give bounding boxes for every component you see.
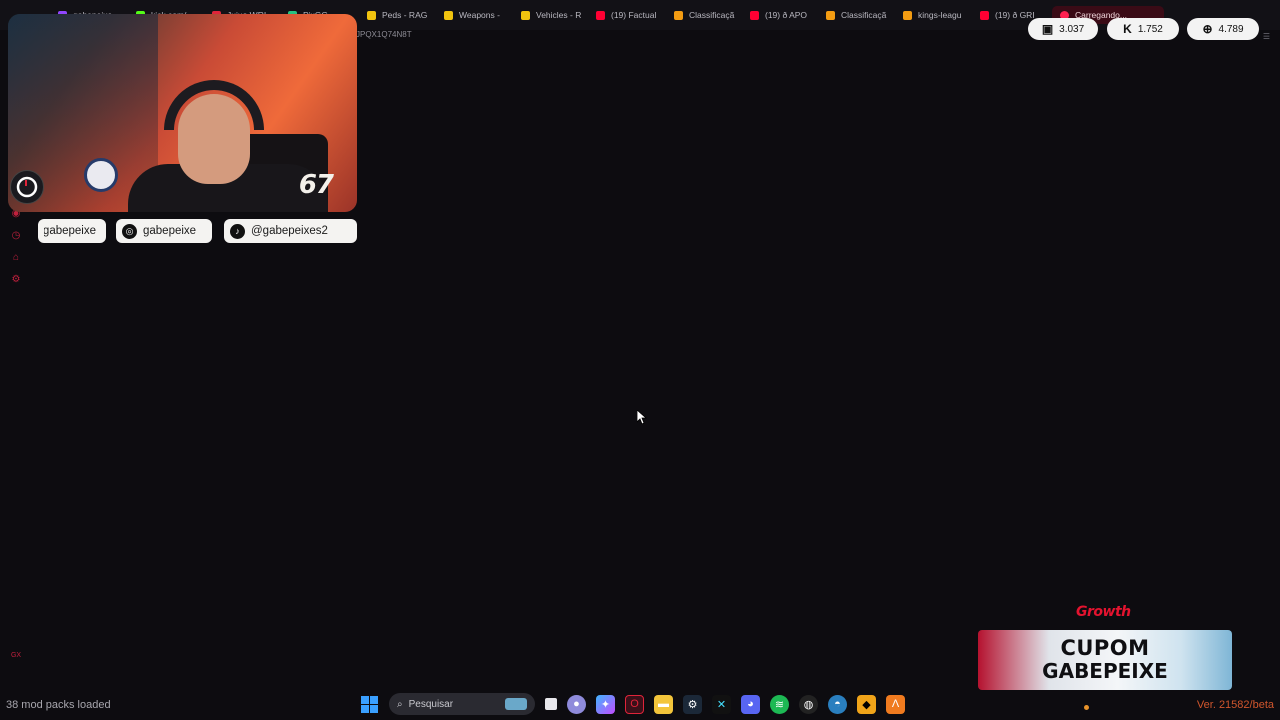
spotify-icon[interactable]: ≋ bbox=[770, 694, 789, 714]
instagram-icon: ◎ bbox=[122, 223, 137, 239]
twitch-viewers-chip: ▣ 3.037 bbox=[1028, 18, 1098, 40]
growth-logo: Growth bbox=[1076, 604, 1131, 620]
tab-peds[interactable]: Peds - RAG bbox=[367, 6, 431, 24]
windows-start-icon[interactable] bbox=[360, 695, 379, 714]
app-a-icon[interactable]: Λ bbox=[886, 694, 905, 714]
menu-icon[interactable]: ☰ bbox=[1263, 32, 1270, 41]
app-mascot-icon[interactable]: ● bbox=[567, 694, 586, 714]
rage-icon bbox=[444, 10, 453, 20]
mod-packs-status: 38 mod packs loaded bbox=[6, 699, 111, 711]
coupon-code: GABEPEIXE bbox=[1042, 659, 1168, 683]
capcut-icon[interactable]: ✕ bbox=[712, 694, 731, 714]
crown-icon bbox=[826, 10, 835, 20]
globe-icon: ⊕ bbox=[1202, 22, 1213, 36]
opera-gx-taskbar-icon[interactable]: O bbox=[625, 694, 644, 714]
kick-icon: K bbox=[1123, 22, 1132, 36]
coupon-banner: CUPOM GABEPEIXE bbox=[978, 630, 1232, 690]
steam-icon[interactable]: ⚙ bbox=[683, 694, 702, 714]
rage-icon bbox=[521, 10, 530, 20]
tab-classificacao-2[interactable]: Classificaçã bbox=[826, 6, 890, 24]
youtube-icon bbox=[596, 10, 605, 20]
tab-weapons[interactable]: Weapons - bbox=[444, 6, 508, 24]
tab-youtube-apo[interactable]: (19) ð APO bbox=[750, 6, 814, 24]
version-label: Ver. 21582/beta bbox=[1196, 699, 1274, 711]
search-icon: ⌕ bbox=[397, 698, 403, 710]
kick-viewers-chip: K 1.752 bbox=[1107, 18, 1179, 40]
tiktok-icon: ♪ bbox=[230, 223, 245, 239]
webcam-counter: 67 bbox=[298, 170, 334, 200]
taskbar: ⌕ Pesquisar ● ✦ O ▬ ⚙ ✕ ◕ ≋ ◍ ◓ ◆ Λ bbox=[360, 692, 905, 716]
obs-icon[interactable]: ◍ bbox=[799, 694, 818, 714]
file-explorer-icon[interactable]: ▬ bbox=[654, 694, 673, 714]
settings-icon[interactable]: ⚙ bbox=[10, 274, 22, 286]
discord-icon[interactable]: ◕ bbox=[741, 694, 760, 714]
screen: gabepeixe kick.com/ Jujuo WRI PixGG Peds… bbox=[0, 0, 1280, 720]
cursor-icon bbox=[637, 410, 647, 424]
opera-gx-logo[interactable] bbox=[10, 170, 44, 204]
coupon-label: CUPOM bbox=[1060, 636, 1150, 660]
copilot-icon[interactable]: ✦ bbox=[596, 694, 615, 714]
tab-kings-league[interactable]: kings-leagu bbox=[903, 6, 967, 24]
social-twitch-pill: gabepeixe bbox=[38, 219, 106, 243]
youtube-icon bbox=[980, 10, 989, 20]
skull-logo bbox=[84, 158, 118, 192]
twitch-icon: ▣ bbox=[1041, 22, 1054, 36]
social-tiktok-pill: ♪ @gabepeixes2 bbox=[224, 219, 357, 243]
gx-icon[interactable]: GX bbox=[10, 650, 22, 662]
task-view-icon[interactable] bbox=[545, 698, 557, 710]
total-viewers-chip: ⊕ 4.789 bbox=[1187, 18, 1259, 40]
tab-youtube-factual[interactable]: (19) Factual bbox=[596, 6, 660, 24]
taskbar-search[interactable]: ⌕ Pesquisar bbox=[389, 693, 535, 715]
webcam-overlay: 67 bbox=[8, 14, 357, 212]
search-highlight-icon bbox=[505, 698, 527, 710]
address-bar-url[interactable]: JPQX1Q74N8T bbox=[356, 30, 412, 39]
opera-icon bbox=[16, 176, 38, 198]
tab-vehicles[interactable]: Vehicles - R bbox=[521, 6, 585, 24]
rage-icon bbox=[367, 10, 376, 20]
history-icon[interactable]: ◷ bbox=[10, 230, 22, 242]
youtube-icon bbox=[750, 10, 759, 20]
social-instagram-pill: ◎ gabepeixe bbox=[116, 219, 212, 243]
crown-icon bbox=[674, 10, 683, 20]
game-launcher-icon[interactable]: ◆ bbox=[857, 694, 876, 714]
tab-classificacao-1[interactable]: Classificaçã bbox=[674, 6, 738, 24]
headset-icon bbox=[164, 80, 264, 130]
home-icon[interactable]: ⌂ bbox=[10, 252, 22, 264]
site-icon bbox=[903, 10, 912, 20]
notification-dot bbox=[1084, 705, 1089, 710]
globe-app-icon[interactable]: ◓ bbox=[828, 694, 847, 714]
